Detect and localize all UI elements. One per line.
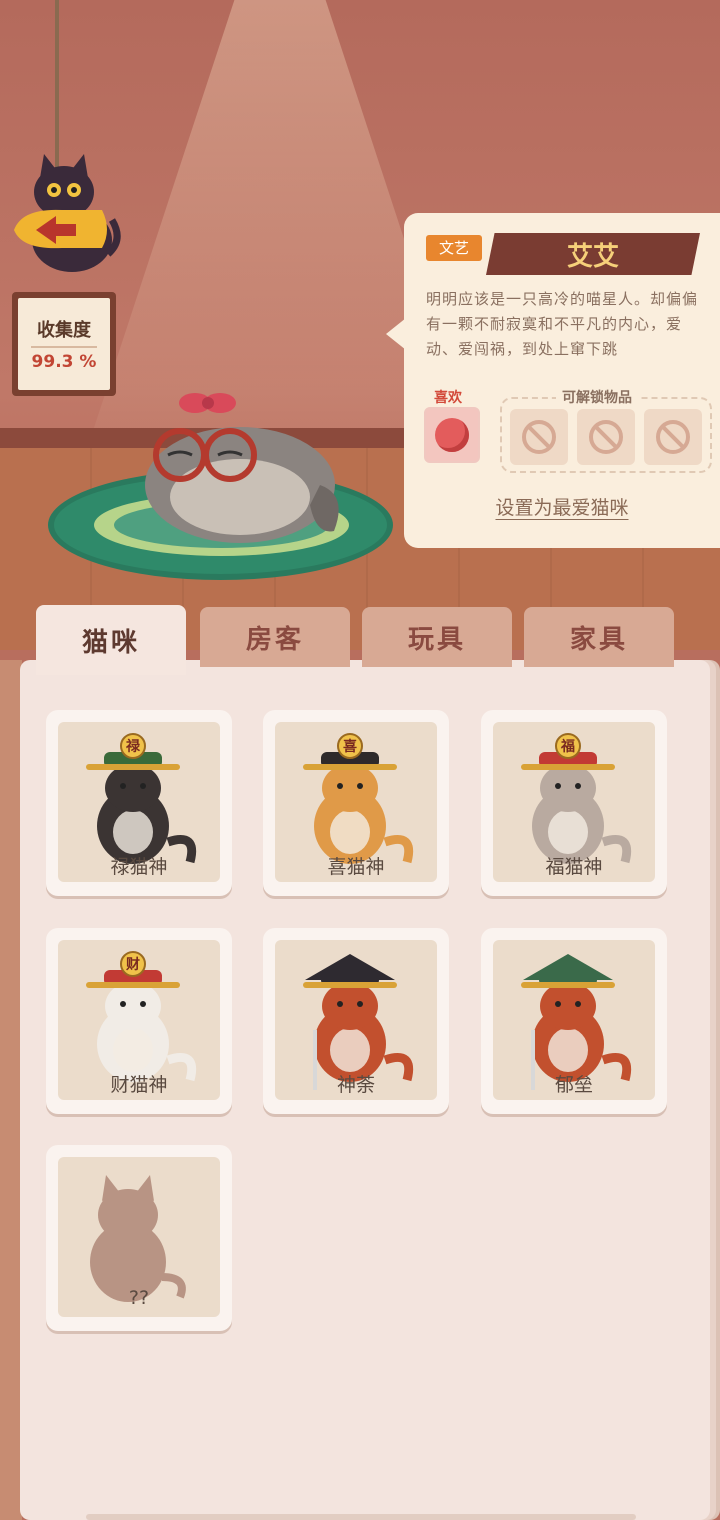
liked-item[interactable] bbox=[424, 407, 480, 463]
arrow-left-icon bbox=[14, 209, 107, 249]
unlock-slot-3[interactable] bbox=[644, 409, 702, 465]
tab-tenants[interactable]: 房客 bbox=[200, 607, 350, 667]
set-favorite-link[interactable]: 设置为最爱猫咪 bbox=[404, 493, 720, 520]
book-spine bbox=[0, 660, 22, 1520]
like-label: 喜欢 bbox=[434, 390, 462, 406]
svg-text:财: 财 bbox=[125, 956, 140, 973]
name-ribbon: 艾艾 bbox=[486, 233, 700, 275]
cat-name-label: 神荼 bbox=[336, 1074, 375, 1096]
cat-name-label: 郁垒 bbox=[554, 1074, 593, 1096]
personality-tag: 文艺 bbox=[426, 235, 482, 261]
cat-card[interactable]: ?? bbox=[46, 1145, 232, 1331]
cat-name-label: 福猫神 bbox=[545, 856, 603, 878]
tab-toys[interactable]: 玩具 bbox=[362, 607, 512, 667]
cat-description: 明明应该是一只高冷的喵星人。却偏偏有一颗不耐寂寞和不平凡的内心，爱动、爱闯祸，到… bbox=[426, 290, 699, 358]
cat-name-label: 喜猫神 bbox=[327, 856, 385, 878]
selected-cat-character[interactable] bbox=[120, 385, 350, 545]
category-tabs: 房客 玩具 家具 猫咪 bbox=[36, 605, 686, 675]
back-button[interactable] bbox=[12, 150, 122, 275]
cat-name-label: 财猫神 bbox=[110, 1074, 168, 1096]
tab-cats[interactable]: 猫咪 bbox=[36, 605, 186, 675]
unlockable-label: 可解锁物品 bbox=[556, 387, 638, 407]
cat-name-label: 禄猫神 bbox=[110, 856, 168, 878]
cat-info-panel: 文艺 艾艾 明明应该是一只高冷的喵星人。却偏偏有一颗不耐寂寞和不平凡的内心，爱动… bbox=[404, 213, 720, 548]
cat-card[interactable]: 神荼 bbox=[263, 928, 449, 1114]
collection-value: 99.3 % bbox=[31, 352, 97, 372]
collection-card: 收集度 99.3 % bbox=[12, 292, 116, 396]
unlockable-items: 可解锁物品 bbox=[500, 387, 712, 473]
unlock-slot-1[interactable] bbox=[510, 409, 568, 465]
scrollbar[interactable] bbox=[86, 1514, 636, 1520]
locked-icon bbox=[589, 420, 623, 454]
tab-furniture[interactable]: 家具 bbox=[524, 607, 674, 667]
svg-text:喜: 喜 bbox=[343, 738, 357, 755]
yarn-ball-icon bbox=[435, 418, 469, 452]
cat-name-label: ?? bbox=[128, 1287, 150, 1309]
cat-card[interactable]: 禄禄猫神 bbox=[46, 710, 232, 896]
panel-pointer bbox=[386, 318, 406, 350]
collection-title: 收集度 bbox=[37, 320, 91, 341]
hanging-rope bbox=[55, 0, 59, 170]
cat-card[interactable]: 财财猫神 bbox=[46, 928, 232, 1114]
svg-text:禄: 禄 bbox=[126, 738, 141, 755]
unlock-slot-2[interactable] bbox=[577, 409, 635, 465]
cat-card[interactable]: 福福猫神 bbox=[481, 710, 667, 896]
locked-icon bbox=[656, 420, 690, 454]
cat-card[interactable]: 喜喜猫神 bbox=[263, 710, 449, 896]
cat-name: 艾艾 bbox=[566, 241, 619, 272]
svg-text:福: 福 bbox=[560, 738, 575, 755]
locked-icon bbox=[522, 420, 556, 454]
cat-card[interactable]: 郁垒 bbox=[481, 928, 667, 1114]
divider bbox=[31, 346, 97, 348]
